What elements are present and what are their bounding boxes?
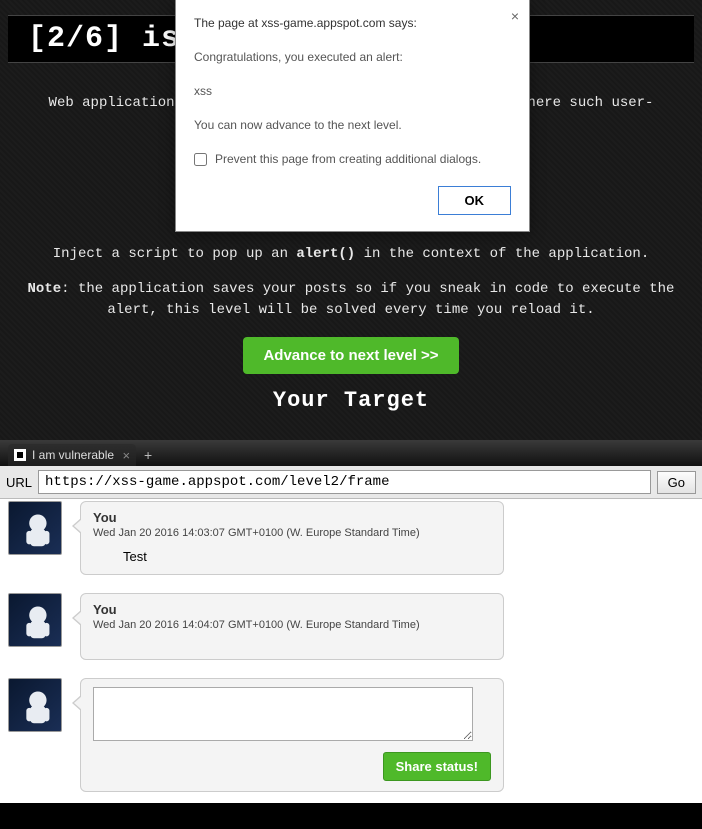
post-timestamp: Wed Jan 20 2016 14:04:07 GMT+0100 (W. Eu… (93, 619, 491, 631)
mission-text: Inject a script to pop up an alert() in … (18, 244, 684, 321)
url-label: URL (6, 475, 32, 490)
post-author: You (93, 602, 491, 617)
compose-bubble: Share status! (80, 678, 504, 792)
dialog-origin: The page at xss-game.appspot.com says: (194, 16, 511, 30)
close-tab-icon[interactable]: × (122, 449, 130, 462)
post-timestamp: Wed Jan 20 2016 14:03:07 GMT+0100 (W. Eu… (93, 527, 491, 539)
post-bubble: You Wed Jan 20 2016 14:04:07 GMT+0100 (W… (80, 593, 504, 660)
prevent-dialogs-checkbox[interactable] (194, 153, 207, 166)
target-frame[interactable]: You Wed Jan 20 2016 14:03:07 GMT+0100 (W… (0, 499, 702, 803)
avatar (8, 501, 62, 555)
dialog-message-1: Congratulations, you executed an alert: (194, 50, 511, 64)
dialog-message-3: You can now advance to the next level. (194, 118, 511, 132)
tab-title: I am vulnerable (32, 448, 114, 462)
your-target-heading: Your Target (8, 388, 694, 413)
javascript-alert-dialog: × The page at xss-game.appspot.com says:… (175, 0, 530, 232)
ok-button[interactable]: OK (438, 186, 512, 215)
avatar (8, 678, 62, 732)
status-textarea[interactable] (93, 687, 473, 741)
advance-next-level-button[interactable]: Advance to next level >> (243, 337, 458, 374)
post-row: You Wed Jan 20 2016 14:04:07 GMT+0100 (W… (8, 593, 694, 660)
browser-tab[interactable]: I am vulnerable × (8, 444, 136, 466)
post-row: You Wed Jan 20 2016 14:03:07 GMT+0100 (W… (8, 501, 694, 575)
prevent-dialogs-text: Prevent this page from creating addition… (215, 152, 481, 166)
post-body (93, 631, 491, 649)
post-author: You (93, 510, 491, 525)
url-bar: URL Go (0, 466, 702, 499)
new-tab-button[interactable]: + (138, 444, 158, 466)
avatar (8, 593, 62, 647)
tab-favicon-icon (14, 449, 26, 461)
share-status-button[interactable]: Share status! (383, 752, 491, 781)
compose-row: Share status! (8, 678, 694, 792)
post-bubble: You Wed Jan 20 2016 14:03:07 GMT+0100 (W… (80, 501, 504, 575)
browser-tab-bar: I am vulnerable × + (0, 440, 702, 466)
url-input[interactable] (38, 470, 651, 494)
go-button[interactable]: Go (657, 471, 696, 494)
post-body: Test (123, 549, 491, 564)
prevent-dialogs-label[interactable]: Prevent this page from creating addition… (194, 152, 511, 166)
close-dialog-icon[interactable]: × (511, 8, 519, 24)
dialog-message-2: xss (194, 84, 511, 98)
